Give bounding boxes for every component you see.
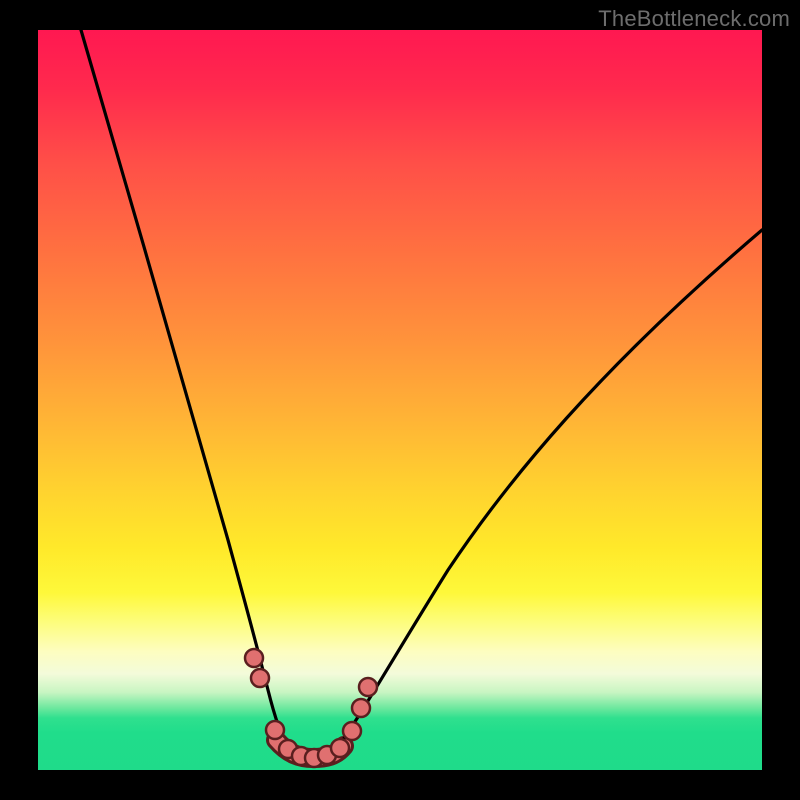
marker-dot — [331, 739, 349, 757]
marker-dot — [245, 649, 263, 667]
marker-group — [245, 649, 377, 767]
marker-dot — [343, 722, 361, 740]
plot-area — [38, 30, 762, 770]
marker-dot — [266, 721, 284, 739]
watermark-text: TheBottleneck.com — [598, 6, 790, 32]
marker-dot — [251, 669, 269, 687]
marker-dot — [359, 678, 377, 696]
curve-right-branch — [336, 230, 762, 750]
chart-frame: TheBottleneck.com — [0, 0, 800, 800]
marker-dot — [352, 699, 370, 717]
curve-layer — [38, 30, 762, 770]
curve-left-branch — [81, 30, 288, 748]
